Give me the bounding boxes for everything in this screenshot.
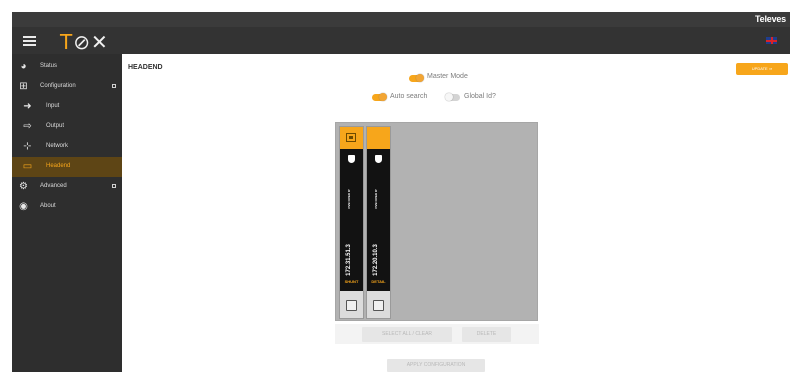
- auto-search-label: Auto search: [390, 93, 428, 100]
- global-id-label: Global Id?: [464, 93, 496, 100]
- sidebar-item-output[interactable]: ⇨ Output: [12, 117, 122, 137]
- headend-rack: DVB OVER IP 172.31.51.3 SHUNT DVB OVER I…: [335, 122, 538, 321]
- sidebar-item-advanced[interactable]: ⚙ Advanced: [12, 177, 122, 197]
- top-strip: Televes: [12, 12, 790, 27]
- uk-flag-icon[interactable]: [766, 37, 777, 44]
- slot-checkbox[interactable]: [373, 300, 384, 311]
- brand-logo: Televes: [755, 14, 786, 24]
- module-name: DVB OVER IP: [347, 189, 351, 209]
- network-icon: ⊹: [23, 141, 32, 152]
- expand-icon[interactable]: [112, 184, 116, 188]
- televes-shield-icon: [348, 155, 355, 163]
- rack-slot-2[interactable]: DVB OVER IP 172.20.10.3 DETAIL: [366, 126, 391, 319]
- config-icon: ⊞: [19, 81, 28, 92]
- sidebar-item-configuration[interactable]: ⊞ Configuration: [12, 77, 122, 97]
- slot-checkbox[interactable]: [346, 300, 357, 311]
- sidebar-item-network[interactable]: ⊹ Network: [12, 137, 122, 157]
- televes-shield-icon: [375, 155, 382, 163]
- input-icon: ➜: [23, 101, 32, 112]
- module-card[interactable]: DVB OVER IP 172.31.51.3 SHUNT: [340, 149, 363, 291]
- sidebar-item-status[interactable]: ◕ Status: [12, 57, 122, 77]
- sidebar: ◕ Status ⊞ Configuration ➜ Input ⇨ Outpu…: [12, 54, 122, 372]
- slot-header: [340, 127, 363, 149]
- select-all-button[interactable]: SELECT ALL / CLEAR: [362, 327, 452, 342]
- module-status: SHUNT: [344, 279, 359, 284]
- page-title: HEADEND: [128, 64, 163, 71]
- global-id-toggle[interactable]: [445, 93, 460, 101]
- rack-slot-1[interactable]: DVB OVER IP 172.31.51.3 SHUNT: [339, 126, 364, 319]
- collapse-icon[interactable]: [112, 84, 116, 88]
- master-mode-toggle[interactable]: [409, 74, 424, 82]
- apply-configuration-button[interactable]: APPLY CONFIGURATION: [387, 359, 485, 372]
- module-name: DVB OVER IP: [374, 189, 378, 209]
- module-status: DETAIL: [371, 279, 386, 284]
- master-mode-label: Master Mode: [427, 73, 468, 80]
- gears-icon: ⚙: [19, 181, 28, 192]
- update-button[interactable]: UPDATE ⇒: [736, 63, 788, 75]
- delete-button[interactable]: DELETE: [462, 327, 511, 342]
- dashboard-icon: ◕: [20, 61, 27, 72]
- eye-icon: ◉: [19, 201, 28, 212]
- app-header: T⊘✕: [12, 27, 790, 54]
- slot-header: [367, 127, 390, 149]
- auto-search-toggle[interactable]: [372, 93, 387, 101]
- app-logo: T⊘✕: [60, 30, 109, 54]
- headend-icon: ▭: [22, 161, 33, 172]
- module-indicator-icon: [346, 133, 356, 142]
- sidebar-item-headend[interactable]: ▭ Headend: [12, 157, 122, 177]
- sidebar-item-input[interactable]: ➜ Input: [12, 97, 122, 117]
- module-card[interactable]: DVB OVER IP 172.20.10.3 DETAIL: [367, 149, 390, 291]
- output-icon: ⇨: [23, 121, 32, 132]
- hamburger-menu-icon[interactable]: [23, 36, 36, 46]
- sidebar-item-about[interactable]: ◉ About: [12, 197, 122, 217]
